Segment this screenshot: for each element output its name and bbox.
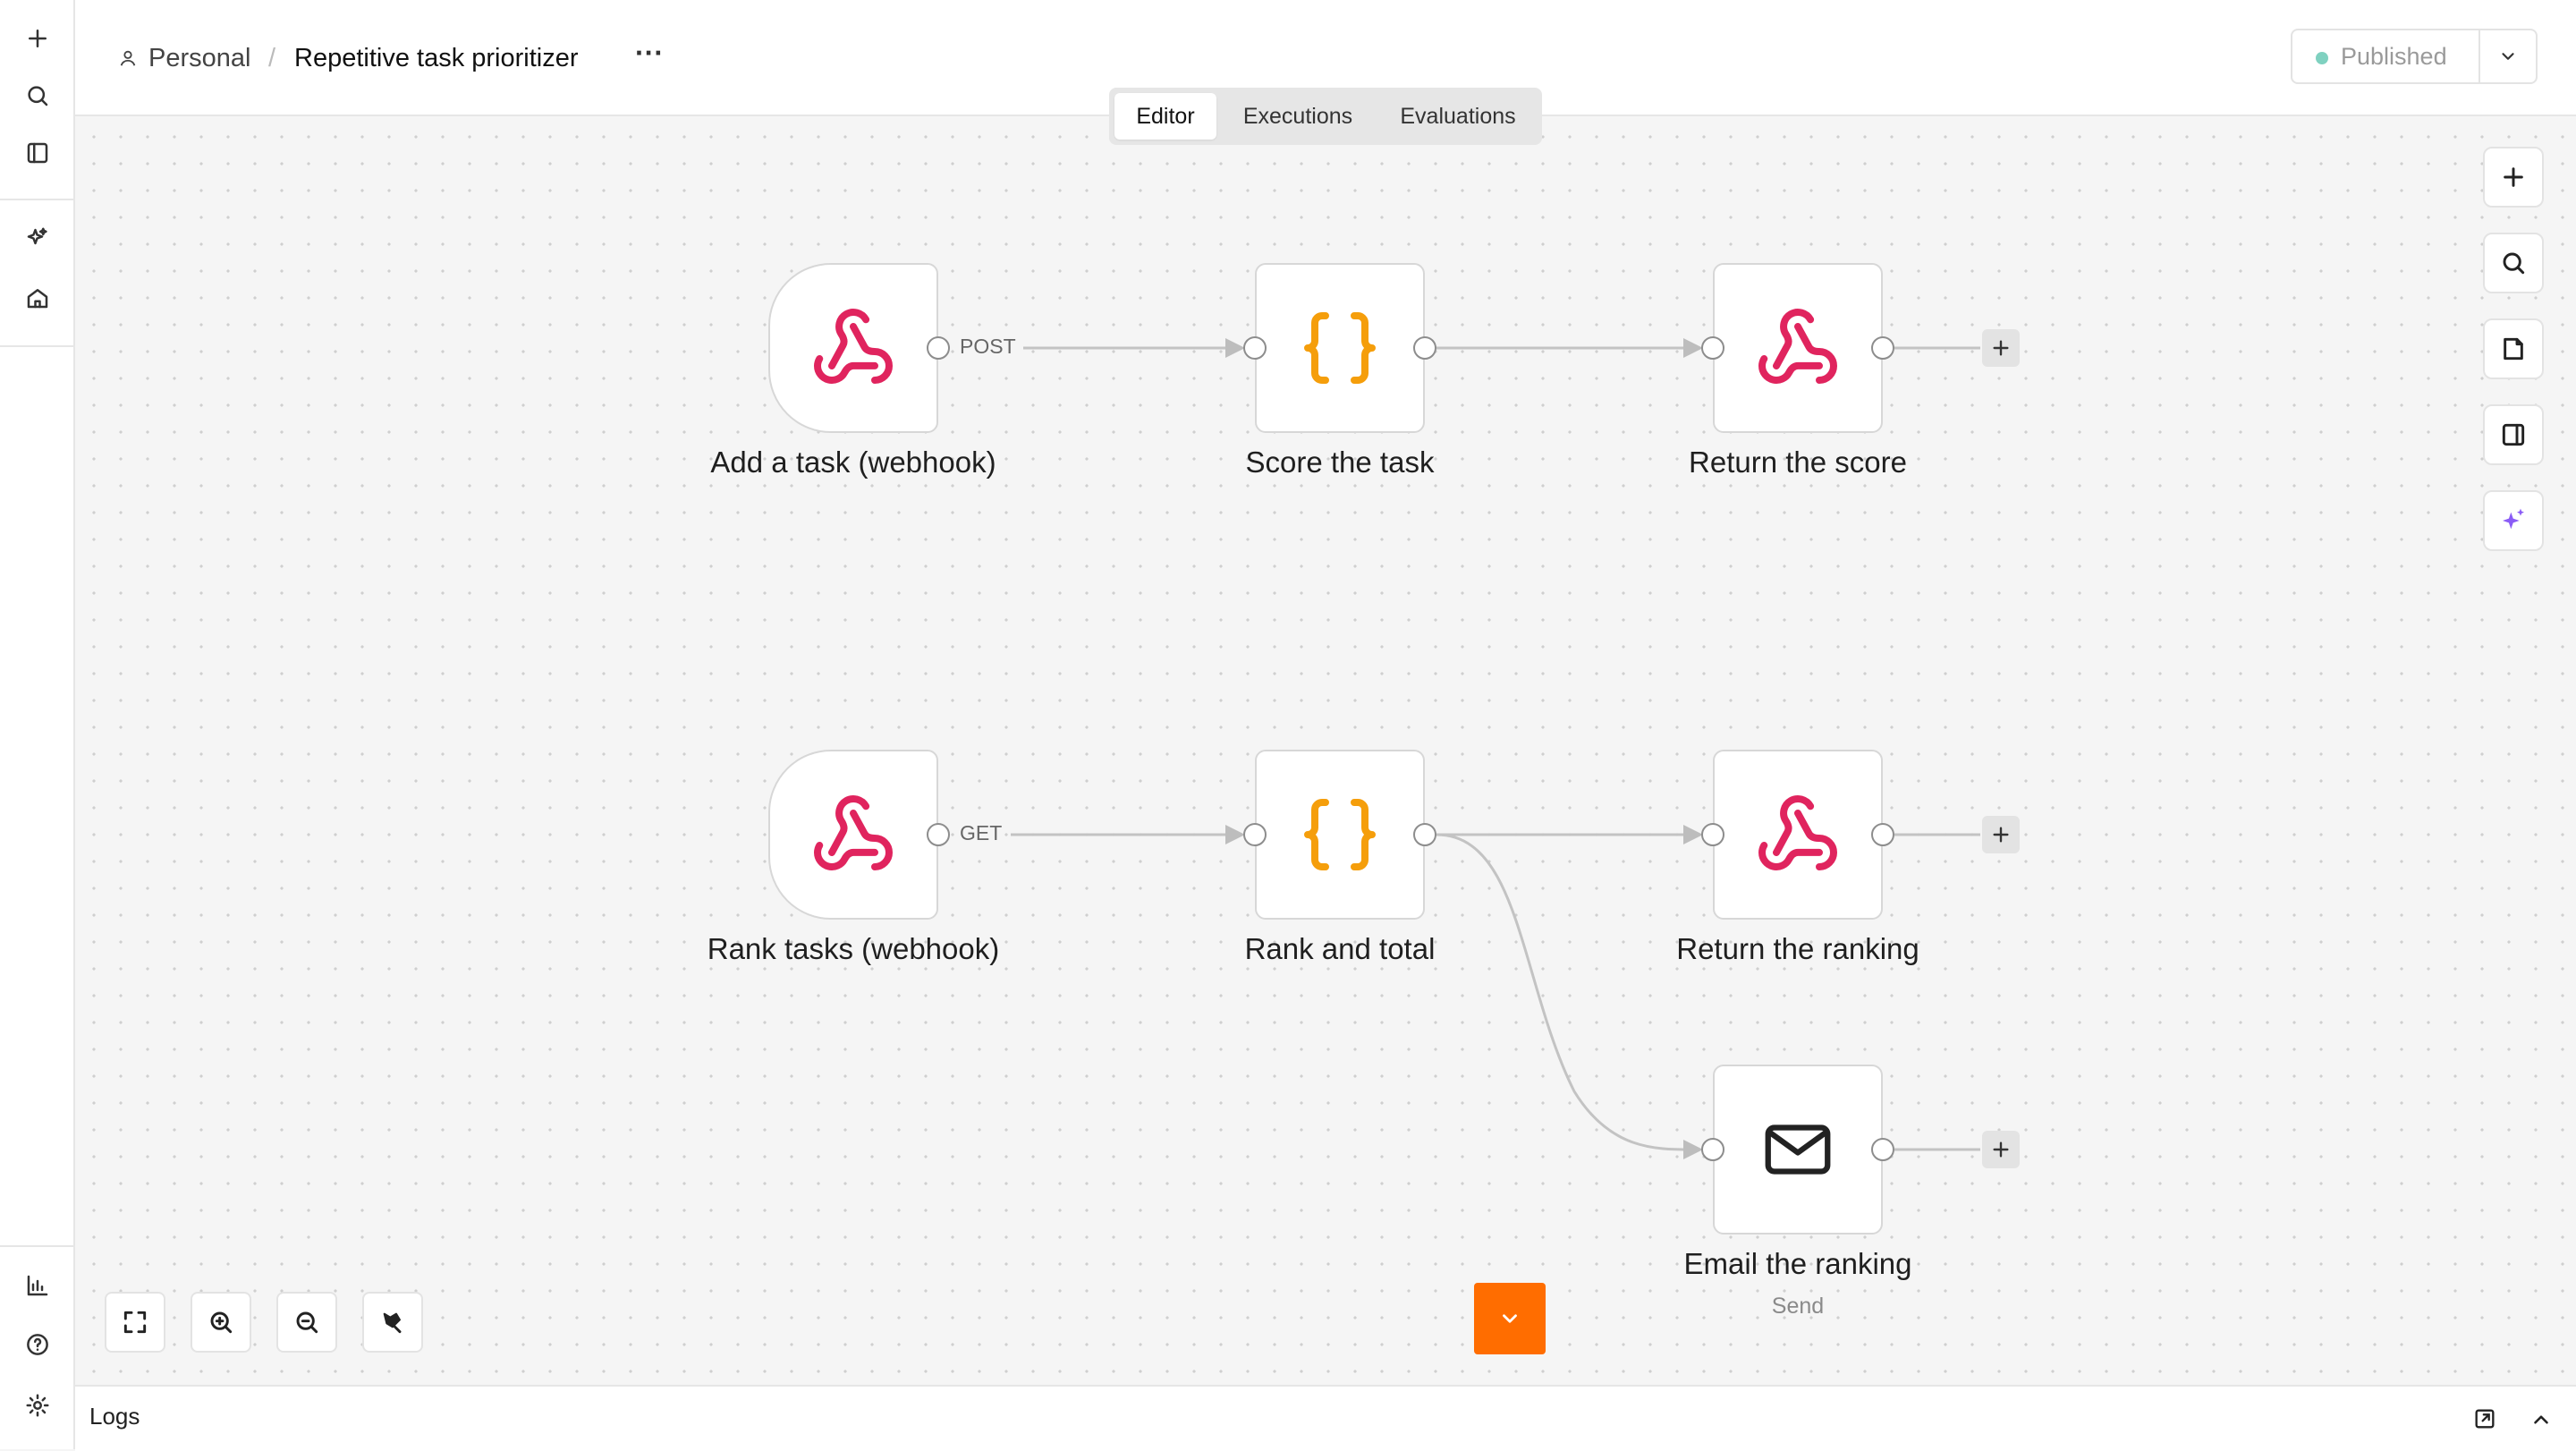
- plus-icon: [1993, 340, 2009, 356]
- output-port[interactable]: [927, 823, 950, 846]
- plus-icon: [1993, 1141, 2009, 1158]
- node-email-the-ranking[interactable]: [1713, 1065, 1883, 1235]
- input-port[interactable]: [1701, 336, 1724, 360]
- add-next-node-button[interactable]: [1982, 329, 2020, 367]
- search-icon: [2503, 252, 2525, 275]
- zoom-out-button[interactable]: [276, 1292, 337, 1353]
- breadcrumb-separator: /: [268, 44, 276, 72]
- plus-icon: [1993, 827, 2009, 843]
- envelope-icon: [1765, 1124, 1831, 1175]
- node-rank-tasks-webhook[interactable]: [768, 750, 938, 920]
- output-port[interactable]: [1871, 1138, 1894, 1161]
- ai-assistant-button[interactable]: [2483, 490, 2544, 551]
- publish-status-label: Published: [2341, 43, 2447, 70]
- user-icon: [120, 50, 136, 66]
- insights-chart-icon[interactable]: [19, 1267, 56, 1304]
- add-next-node-button[interactable]: [1982, 1131, 2020, 1168]
- node-label: Email the ranking: [1683, 1247, 1912, 1280]
- input-port[interactable]: [1243, 336, 1267, 360]
- left-sidebar: [0, 0, 75, 1449]
- logs-title: Logs: [89, 1403, 140, 1430]
- connection-label-post: POST: [957, 335, 1019, 359]
- add-icon[interactable]: [19, 20, 56, 57]
- node-score-the-task[interactable]: [1255, 263, 1425, 433]
- sidebar-divider: [0, 345, 73, 347]
- sticky-note-button[interactable]: [2483, 318, 2544, 379]
- plus-icon: [2504, 167, 2523, 187]
- tab-editor[interactable]: Editor: [1114, 93, 1216, 140]
- search-icon[interactable]: [19, 77, 56, 115]
- input-port[interactable]: [1701, 1138, 1724, 1161]
- code-braces-icon: [1304, 799, 1376, 870]
- node-label: Return the ranking: [1676, 932, 1919, 965]
- chevron-down-icon: [1503, 1314, 1517, 1323]
- webhook-icon: [814, 309, 893, 384]
- node-label: Score the task: [1245, 445, 1435, 479]
- webhook-icon: [1758, 309, 1837, 384]
- workflow-name[interactable]: Repetitive task prioritizer: [294, 41, 579, 75]
- sparkle-icon: [2503, 508, 2524, 530]
- output-port[interactable]: [1413, 336, 1436, 360]
- publish-status-button[interactable]: Published: [2291, 29, 2480, 84]
- breadcrumb-project[interactable]: Personal: [148, 41, 250, 75]
- fit-view-button[interactable]: [105, 1292, 165, 1353]
- zoom-in-button[interactable]: [191, 1292, 251, 1353]
- panel-right-icon: [2502, 423, 2525, 446]
- connection-label-get: GET: [957, 821, 1005, 845]
- logs-panel-bar[interactable]: Logs: [75, 1385, 2576, 1451]
- broom-icon: [383, 1312, 402, 1334]
- search-nodes-button[interactable]: [2483, 233, 2544, 293]
- input-port[interactable]: [1701, 823, 1724, 846]
- tidy-up-button[interactable]: [362, 1292, 423, 1353]
- webhook-icon: [814, 795, 893, 870]
- node-label: Return the score: [1689, 445, 1907, 479]
- fit-view-icon: [123, 1311, 147, 1334]
- zoom-in-icon: [210, 1311, 233, 1334]
- node-return-the-score[interactable]: [1713, 263, 1883, 433]
- zoom-out-icon: [296, 1311, 318, 1334]
- publish-options-button[interactable]: [2479, 29, 2538, 84]
- node-add-task-webhook[interactable]: [768, 263, 938, 433]
- node-label: Rank and total: [1244, 932, 1436, 965]
- sparkles-icon[interactable]: [19, 220, 56, 258]
- add-next-node-button[interactable]: [1982, 816, 2020, 853]
- output-port[interactable]: [1413, 823, 1436, 846]
- node-label: Add a task (webhook): [710, 445, 996, 479]
- view-tabs: Editor Executions Evaluations: [1109, 88, 1542, 145]
- sidebar-toggle-icon[interactable]: [19, 134, 56, 172]
- tab-evaluations[interactable]: Evaluations: [1379, 93, 1537, 140]
- node-rank-and-total[interactable]: [1255, 750, 1425, 920]
- tab-executions[interactable]: Executions: [1220, 93, 1376, 140]
- output-port[interactable]: [1871, 823, 1894, 846]
- output-port[interactable]: [927, 336, 950, 360]
- add-node-button[interactable]: [2483, 147, 2544, 208]
- node-label: Rank tasks (webhook): [707, 932, 1000, 965]
- status-dot: [2316, 52, 2328, 64]
- input-port[interactable]: [1243, 823, 1267, 846]
- pop-out-icon[interactable]: [2472, 1406, 2497, 1431]
- expand-toggle-button[interactable]: [1474, 1283, 1546, 1354]
- code-braces-icon: [1304, 312, 1376, 384]
- chevron-up-icon[interactable]: [2529, 1408, 2553, 1431]
- more-options-icon[interactable]: ···: [635, 36, 664, 70]
- node-return-the-ranking[interactable]: [1713, 750, 1883, 920]
- help-icon[interactable]: [19, 1326, 56, 1363]
- toggle-panel-button[interactable]: [2483, 404, 2544, 465]
- settings-gear-icon[interactable]: [19, 1387, 56, 1424]
- sticky-note-icon: [2504, 337, 2523, 361]
- chevron-down-icon: [2502, 53, 2514, 60]
- webhook-icon: [1758, 795, 1837, 870]
- output-port[interactable]: [1871, 336, 1894, 360]
- node-subtitle: Send: [1771, 1294, 1825, 1319]
- sidebar-divider: [0, 1245, 73, 1247]
- sidebar-divider: [0, 199, 73, 200]
- home-icon[interactable]: [19, 279, 56, 317]
